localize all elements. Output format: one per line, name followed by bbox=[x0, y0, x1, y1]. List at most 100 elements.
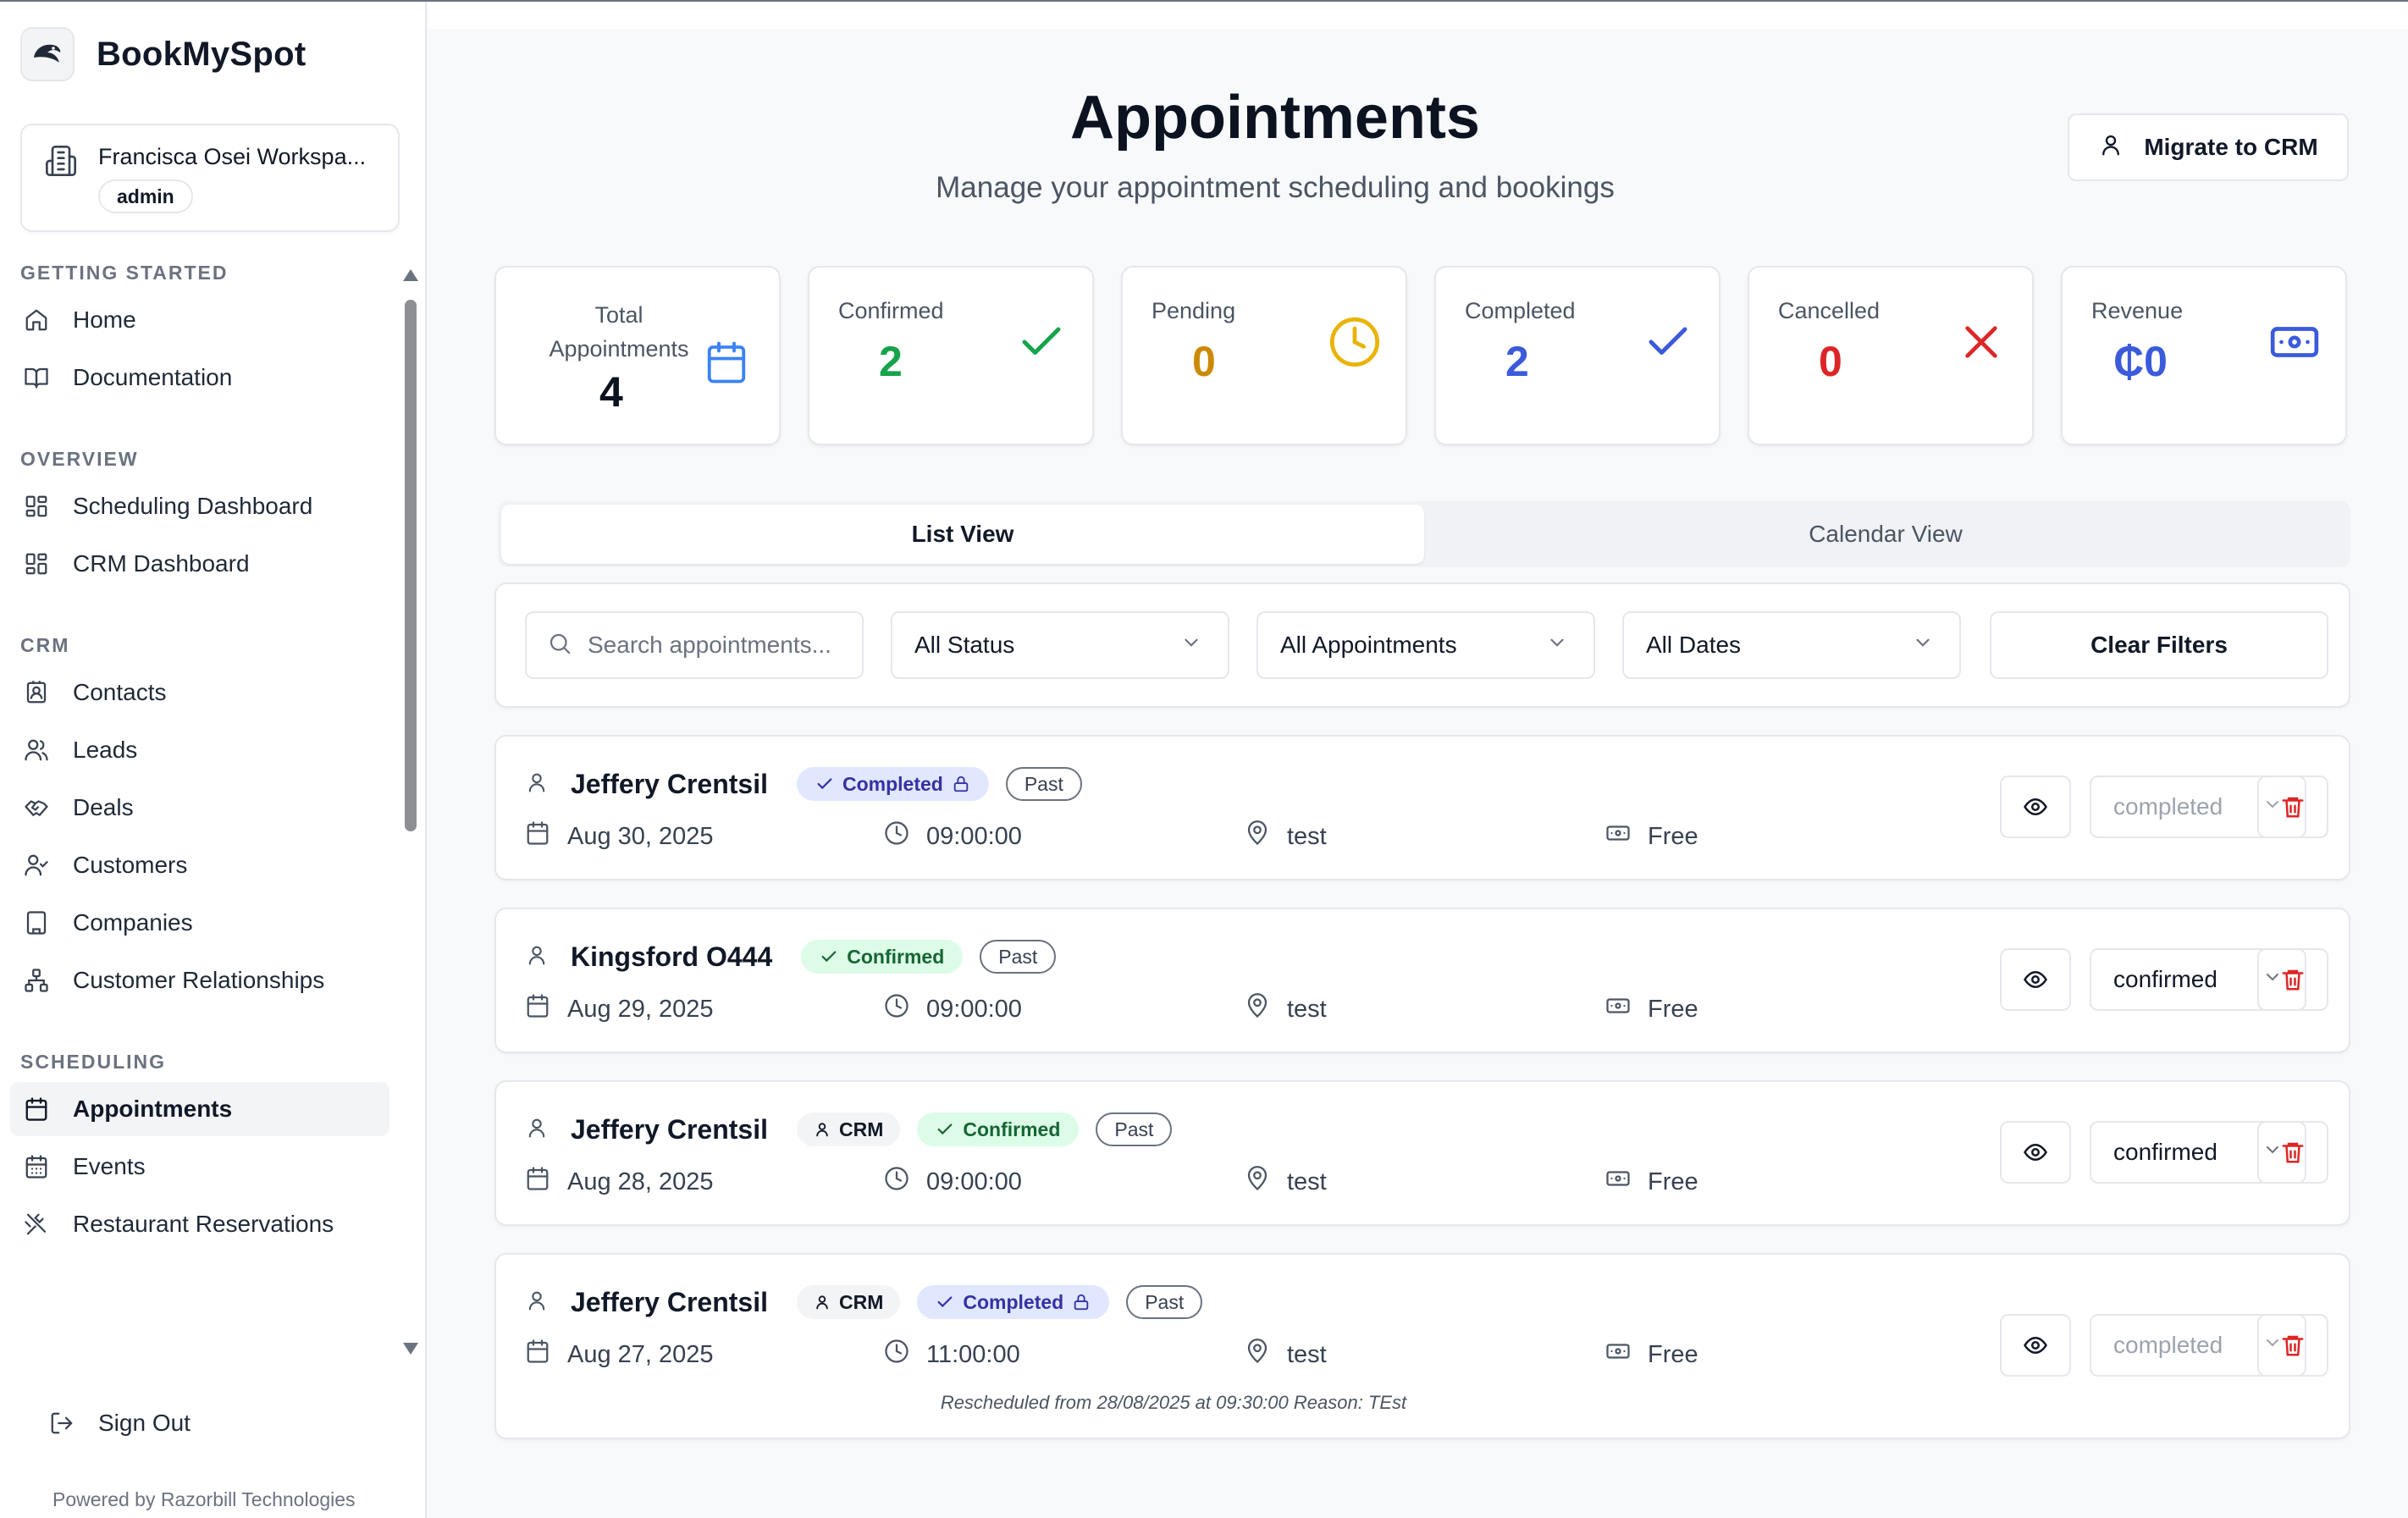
stat-card-total: Total Appointments 4 bbox=[494, 266, 781, 445]
powered-by-text: Powered by Razorbill Technologies bbox=[52, 1488, 356, 1510]
appointment-price: Free bbox=[1648, 1167, 1698, 1195]
clock-icon bbox=[884, 1339, 909, 1371]
eye-icon bbox=[2024, 1336, 2047, 1355]
user-icon bbox=[525, 943, 549, 971]
sidebar-item-customer-relationships[interactable]: Customer Relationships bbox=[10, 953, 389, 1007]
client-name: Kingsford O444 bbox=[571, 941, 773, 972]
check-icon bbox=[937, 1296, 953, 1308]
network-icon bbox=[22, 966, 51, 995]
delete-appointment-button[interactable] bbox=[2257, 1314, 2328, 1377]
check-icon bbox=[937, 1123, 953, 1135]
stat-card-revenue: Revenue ₵0 bbox=[2061, 266, 2347, 445]
crm-badge: CRM bbox=[796, 1285, 901, 1319]
x-icon bbox=[1954, 315, 2008, 369]
sidebar-item-companies[interactable]: Companies bbox=[10, 896, 389, 950]
status-filter-select[interactable]: All Status bbox=[891, 611, 1229, 679]
appointment-card: Jeffery Crentsil CRM Completed Past Aug … bbox=[494, 1253, 2350, 1439]
view-appointment-button[interactable] bbox=[2000, 1121, 2071, 1184]
delete-appointment-button[interactable] bbox=[2257, 1121, 2328, 1184]
chevron-down-icon bbox=[1180, 632, 1202, 660]
sidebar-item-scheduling-dashboard[interactable]: Scheduling Dashboard bbox=[10, 479, 389, 533]
date-filter-select[interactable]: All Dates bbox=[1622, 611, 1961, 679]
view-appointment-button[interactable] bbox=[2000, 1314, 2071, 1377]
stat-label: Completed bbox=[1465, 298, 1576, 323]
calendar-icon bbox=[525, 1339, 550, 1371]
banknote-icon bbox=[1605, 820, 1631, 853]
tab-calendar-view[interactable]: Calendar View bbox=[1424, 505, 2347, 564]
sidebar-item-label: Contacts bbox=[73, 679, 167, 705]
status-badge-label: Completed bbox=[842, 772, 943, 795]
migrate-to-crm-button[interactable]: Migrate to CRM bbox=[2068, 113, 2349, 181]
sidebar-item-label: Scheduling Dashboard bbox=[73, 493, 313, 519]
top-bar bbox=[428, 2, 2408, 29]
crm-badge-label: CRM bbox=[838, 1290, 884, 1313]
calendar-icon bbox=[525, 993, 550, 1025]
map-pin-icon bbox=[1245, 1339, 1270, 1371]
appointment-price: Free bbox=[1648, 822, 1698, 850]
client-name: Jeffery Crentsil bbox=[571, 1113, 768, 1145]
building-icon bbox=[44, 144, 78, 182]
sidebar-item-events[interactable]: Events bbox=[10, 1140, 389, 1194]
sidebar-scrollbar[interactable] bbox=[403, 269, 418, 1355]
calendar-grid-icon bbox=[22, 1152, 51, 1181]
type-filter-select[interactable]: All Appointments bbox=[1256, 611, 1595, 679]
appointment-date: Aug 30, 2025 bbox=[567, 822, 714, 850]
delete-appointment-button[interactable] bbox=[2257, 948, 2328, 1011]
stat-value: 0 bbox=[1819, 338, 1842, 385]
map-pin-icon bbox=[1245, 993, 1270, 1025]
stat-card-completed: Completed 2 bbox=[1434, 266, 1720, 445]
scroll-up-arrow-icon[interactable] bbox=[403, 269, 418, 281]
sidebar-item-home[interactable]: Home bbox=[10, 293, 389, 347]
chevron-down-icon bbox=[1912, 632, 1934, 660]
status-badge-label: Confirmed bbox=[847, 945, 945, 968]
sidebar-item-appointments[interactable]: Appointments bbox=[10, 1082, 389, 1136]
scroll-down-arrow-icon[interactable] bbox=[403, 1343, 418, 1355]
delete-appointment-button[interactable] bbox=[2257, 776, 2328, 838]
home-icon bbox=[22, 306, 51, 334]
sidebar-item-restaurant-reservations[interactable]: Restaurant Reservations bbox=[10, 1197, 389, 1251]
stat-label: Cancelled bbox=[1778, 298, 1881, 323]
stat-label: Confirmed bbox=[838, 298, 944, 323]
map-pin-icon bbox=[1245, 820, 1270, 853]
eye-icon bbox=[2024, 970, 2047, 989]
sign-out-button[interactable]: Sign Out bbox=[47, 1409, 191, 1438]
page-subtitle: Manage your appointment scheduling and b… bbox=[936, 171, 1615, 204]
clear-filters-button[interactable]: Clear Filters bbox=[1990, 611, 2328, 679]
stat-label: Total Appointments bbox=[549, 302, 689, 362]
search-box[interactable] bbox=[525, 611, 864, 679]
status-badge: Confirmed bbox=[801, 940, 964, 974]
trash-icon bbox=[2282, 969, 2304, 991]
main-content: Appointments Manage your appointment sch… bbox=[428, 2, 2408, 1518]
scrollbar-thumb[interactable] bbox=[405, 300, 417, 831]
lock-icon bbox=[1074, 1294, 1089, 1311]
sidebar-item-documentation[interactable]: Documentation bbox=[10, 351, 389, 405]
status-badge: Confirmed bbox=[917, 1112, 1080, 1146]
user-icon bbox=[525, 1116, 549, 1144]
sidebar-item-label: Restaurant Reservations bbox=[73, 1211, 334, 1237]
sidebar-item-deals[interactable]: Deals bbox=[10, 781, 389, 835]
view-appointment-button[interactable] bbox=[2000, 776, 2071, 838]
appointment-location: test bbox=[1287, 822, 1327, 850]
handshake-icon bbox=[22, 793, 51, 822]
grid-icon bbox=[22, 549, 51, 578]
sidebar-item-contacts[interactable]: Contacts bbox=[10, 665, 389, 720]
view-appointment-button[interactable] bbox=[2000, 948, 2071, 1011]
nav-section-overview: OVERVIEW bbox=[20, 448, 139, 470]
appointment-card: Kingsford O444 Confirmed Past Aug 29, 20… bbox=[494, 908, 2350, 1053]
brand[interactable]: BookMySpot bbox=[20, 27, 306, 81]
sidebar-item-crm-dashboard[interactable]: CRM Dashboard bbox=[10, 537, 389, 591]
workspace-name: Francisca Osei Workspa... bbox=[98, 144, 367, 169]
search-input[interactable] bbox=[588, 632, 842, 659]
sidebar-item-label: Deals bbox=[73, 794, 134, 820]
clock-icon bbox=[884, 993, 909, 1025]
calendar-icon bbox=[525, 820, 550, 853]
status-badge: Completed bbox=[796, 767, 989, 801]
status-select-value: completed bbox=[2113, 1332, 2223, 1358]
tab-list-view[interactable]: List View bbox=[501, 505, 1424, 564]
sidebar-item-label: CRM Dashboard bbox=[73, 550, 250, 577]
sign-out-label: Sign Out bbox=[98, 1410, 191, 1436]
log-out-icon bbox=[47, 1409, 76, 1438]
sidebar-item-customers[interactable]: Customers bbox=[10, 838, 389, 892]
sidebar-item-leads[interactable]: Leads bbox=[10, 723, 389, 777]
workspace-switcher[interactable]: Francisca Osei Workspa... admin bbox=[20, 124, 400, 232]
